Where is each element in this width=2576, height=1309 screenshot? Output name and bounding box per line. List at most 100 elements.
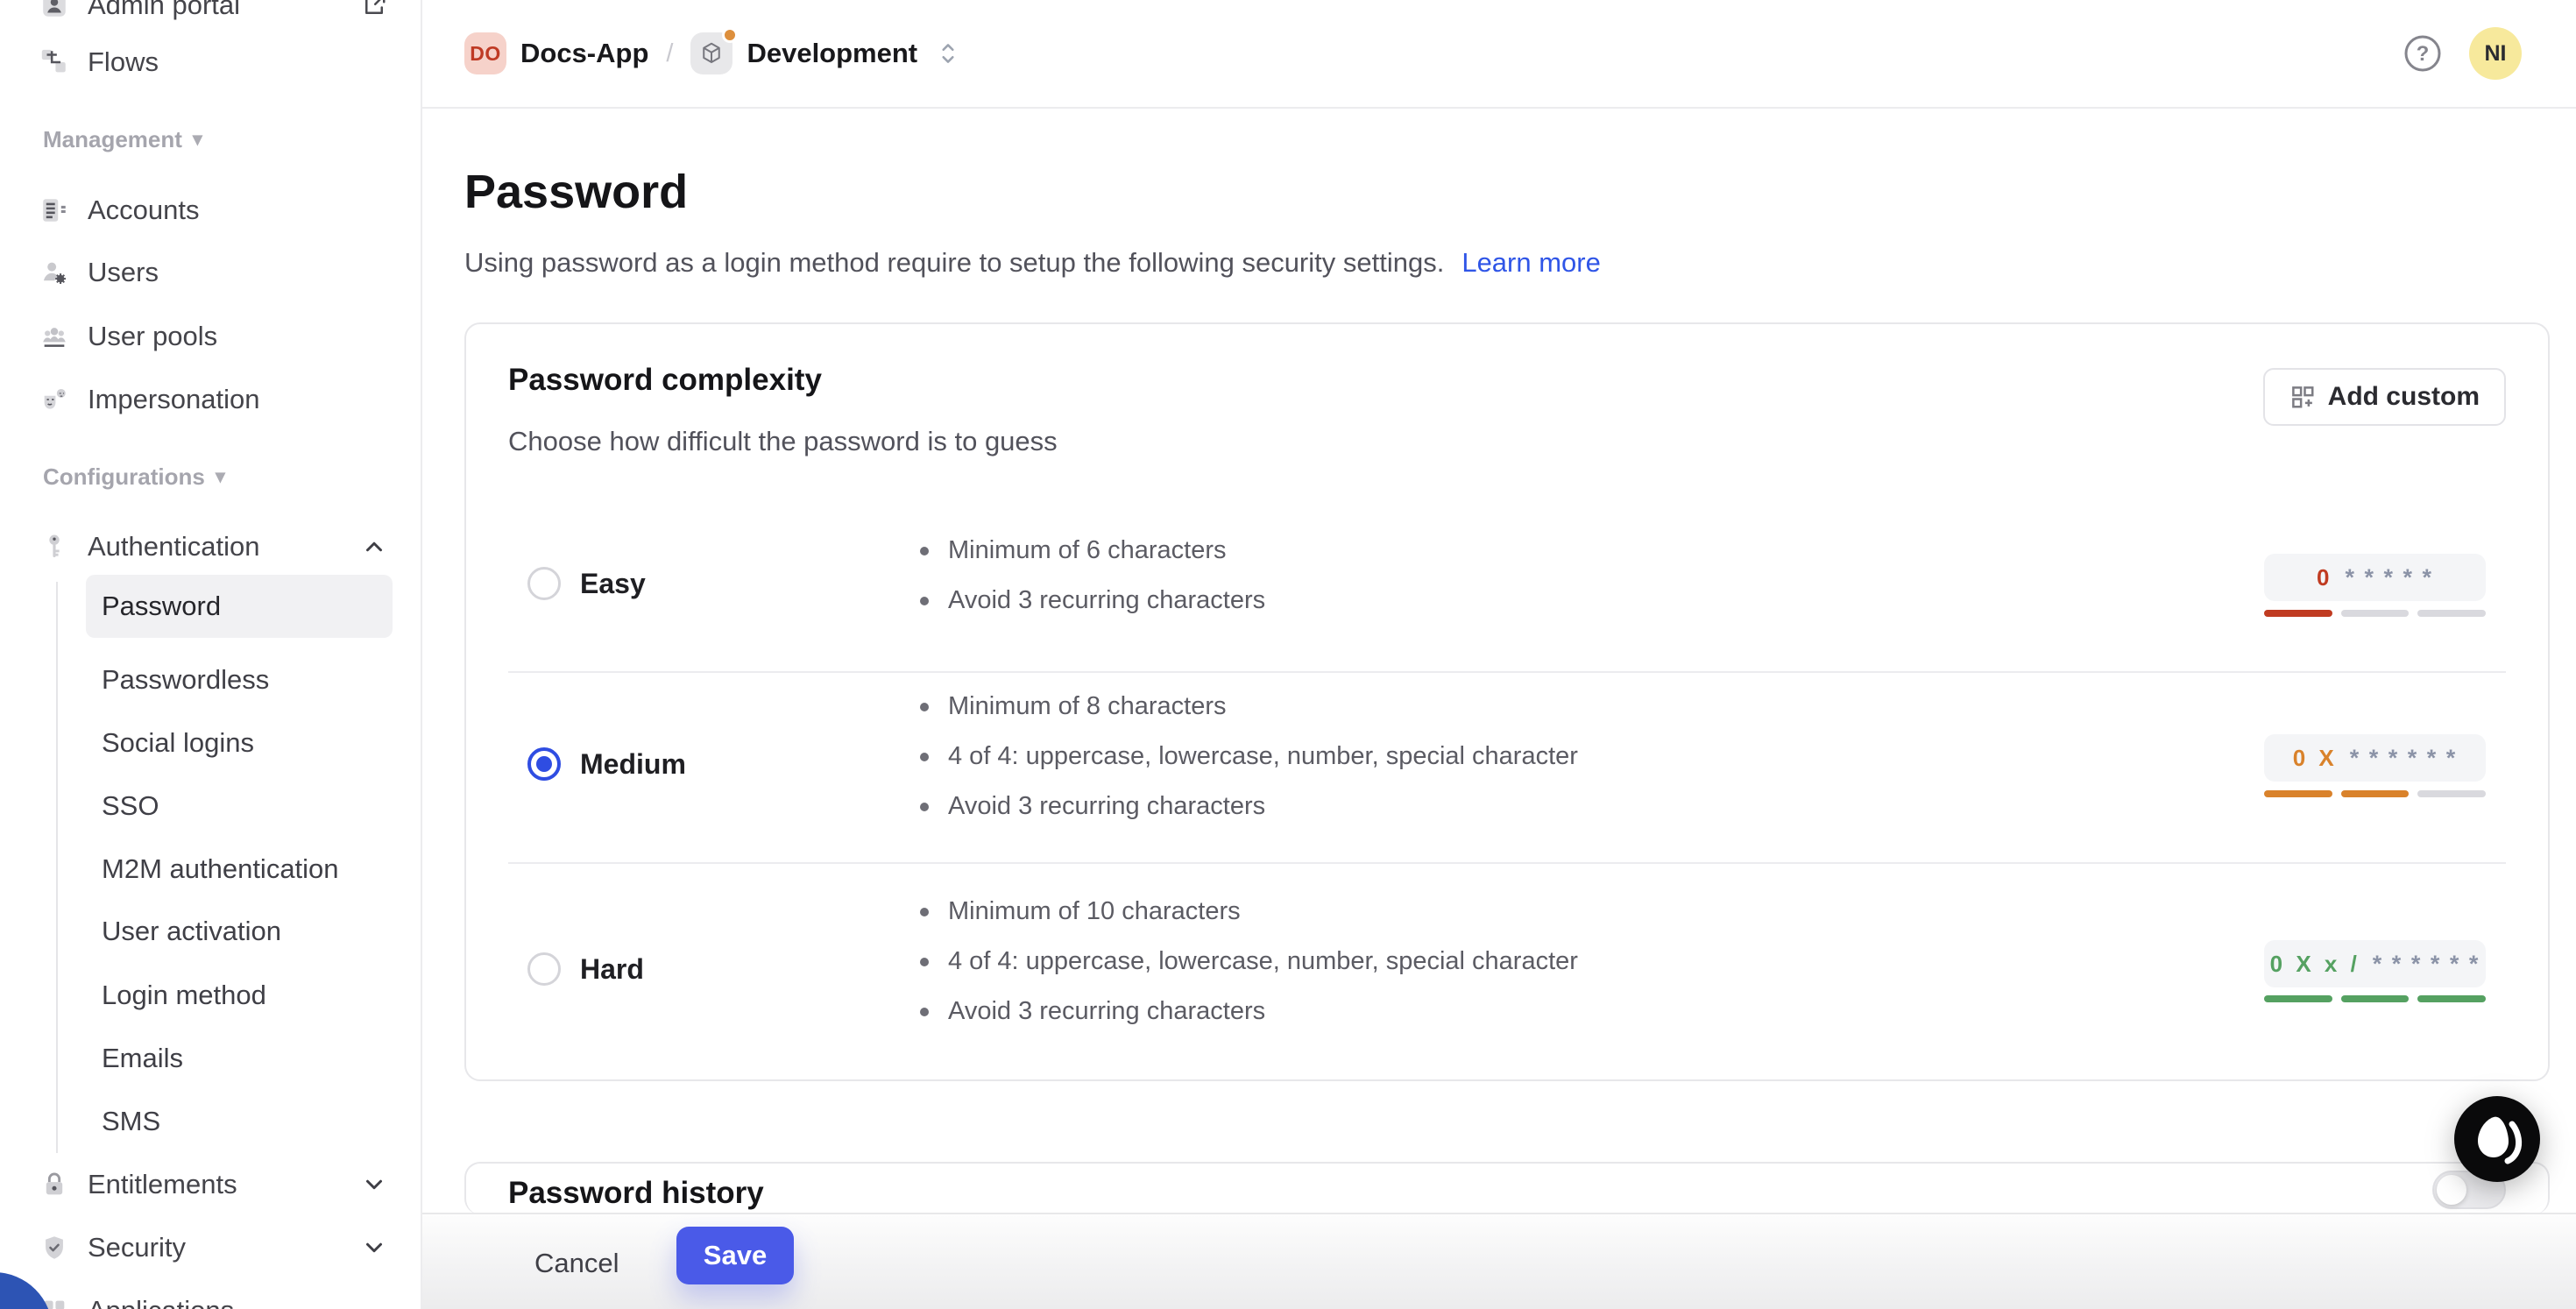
option-label: Easy (580, 567, 646, 599)
strength-meter (2264, 610, 2487, 617)
sidebar-item-security[interactable]: Security (0, 1216, 421, 1279)
requirement-item: Avoid 3 recurring characters (920, 576, 1265, 626)
main-content: Password Using password as a login metho… (422, 109, 2576, 1309)
user-gear-icon (39, 257, 70, 288)
sidebar-item-password[interactable]: Password (86, 575, 393, 638)
sidebar-item-emails[interactable]: Emails (86, 1027, 393, 1090)
sidebar-item-flows[interactable]: Flows (0, 31, 421, 94)
easy-radio-option[interactable]: Easy (527, 566, 646, 601)
requirement-item: Minimum of 10 characters (920, 887, 1578, 937)
bullet-dot (920, 802, 929, 811)
requirement-item: 4 of 4: uppercase, lowercase, number, sp… (920, 937, 1578, 987)
external-link-icon (361, 0, 387, 18)
users-group-icon (39, 321, 70, 352)
configurations-section-label[interactable]: Configurations ▾ (43, 459, 225, 494)
medium-radio-option[interactable]: Medium (527, 746, 686, 782)
footer-action-bar: Cancel Save (422, 1213, 2576, 1309)
password-sample-box: 0 X * * * * * * (2264, 734, 2486, 782)
password-sample-box: 0 X x / * * * * * * (2264, 940, 2486, 987)
chevron-down-icon: ▾ (215, 465, 225, 487)
save-button[interactable]: Save (676, 1227, 794, 1284)
card-title: Password complexity (508, 363, 822, 397)
svg-text:?: ? (2417, 42, 2430, 66)
add-custom-label: Add custom (2327, 382, 2480, 411)
option-label: Medium (580, 747, 686, 780)
cancel-button[interactable]: Cancel (534, 1239, 619, 1288)
sidebar-item-label: Security (88, 1232, 186, 1263)
password-complexity-card: Password complexity Choose how difficult… (464, 322, 2550, 1081)
avatar[interactable]: NI (2469, 27, 2522, 80)
learn-more-link[interactable]: Learn more (1461, 247, 1601, 279)
sidebar-item-accounts[interactable]: Accounts (0, 179, 421, 242)
sidebar-item-label: Users (88, 257, 159, 287)
topbar: DO Docs-App / Development ? NI (422, 0, 2576, 109)
bullet-dot (920, 907, 929, 916)
radio-button[interactable] (527, 952, 561, 986)
sidebar-item-applications[interactable]: Applications (0, 1279, 421, 1309)
sidebar-item-impersonation[interactable]: Impersonation (0, 368, 421, 431)
sidebar: Admin portal Flows Management ▾ Accounts… (0, 0, 422, 1309)
sidebar-item-label: Entitlements (88, 1169, 237, 1199)
sidebar-item-label: Authentication (88, 531, 260, 562)
chevron-down-icon: ▾ (192, 128, 202, 150)
sidebar-item-user-pools[interactable]: User pools (0, 305, 421, 368)
section-label-text: Management (43, 125, 182, 152)
requirement-item: Minimum of 6 characters (920, 526, 1265, 576)
shield-check-icon (39, 1232, 70, 1263)
chevron-down-icon (361, 1171, 387, 1198)
chevron-down-icon (361, 1235, 387, 1261)
card-title: Password history (508, 1176, 764, 1210)
bullet-dot (920, 1007, 929, 1016)
breadcrumb-separator: / (666, 39, 674, 67)
hard-radio-option[interactable]: Hard (527, 952, 644, 987)
complexity-option-hard: Hard Minimum of 10 characters 4 of 4: up… (508, 864, 2506, 1048)
chevron-up-icon (361, 534, 387, 560)
breadcrumb-environment[interactable]: Development (747, 38, 917, 69)
breadcrumb-app-name[interactable]: Docs-App (520, 38, 648, 69)
environment-icon (690, 27, 739, 74)
breadcrumb: DO Docs-App / Development (464, 0, 959, 107)
password-sample-box: 0 * * * * * (2264, 554, 2486, 601)
egg-icon (2454, 1096, 2540, 1182)
option-label: Hard (580, 952, 644, 985)
sidebar-item-label: Impersonation (88, 384, 260, 414)
bullet-dot (920, 546, 929, 555)
frontegg-fab-button[interactable] (2454, 1096, 2540, 1182)
help-icon[interactable]: ? (2403, 33, 2443, 74)
sidebar-item-sms[interactable]: SMS (86, 1090, 393, 1153)
sidebar-item-passwordless[interactable]: Passwordless (86, 648, 393, 711)
sidebar-item-m2m-authentication[interactable]: M2M authentication (86, 838, 393, 901)
complexity-option-medium: Medium Minimum of 8 characters 4 of 4: u… (508, 671, 2506, 864)
radio-button[interactable] (527, 747, 561, 781)
environment-status-dot (722, 27, 739, 43)
environment-switcher-icon[interactable] (937, 39, 959, 68)
sidebar-item-label: Accounts (88, 195, 200, 225)
add-custom-button[interactable]: Add custom (2262, 368, 2506, 426)
sidebar-item-authentication[interactable]: Authentication (0, 515, 421, 578)
lock-icon (39, 1169, 70, 1200)
sidebar-item-entitlements[interactable]: Entitlements (0, 1153, 421, 1216)
sidebar-item-sso[interactable]: SSO (86, 775, 393, 838)
subnav-indent-line (56, 582, 58, 1153)
section-label-text: Configurations (43, 463, 205, 490)
sidebar-item-users[interactable]: Users (0, 241, 421, 304)
flows-icon (39, 46, 70, 78)
sidebar-item-label: User pools (88, 321, 218, 351)
bullet-dot (920, 596, 929, 605)
management-section-label[interactable]: Management ▾ (43, 122, 202, 157)
grid-plus-icon (2291, 386, 2314, 408)
card-subtitle: Choose how difficult the password is to … (508, 426, 1058, 456)
accounts-icon (39, 195, 70, 226)
radio-button[interactable] (527, 567, 561, 600)
sidebar-item-login-method[interactable]: Login method (86, 964, 393, 1027)
bullet-dot (920, 752, 929, 761)
app-badge[interactable]: DO (464, 32, 506, 74)
admin-portal-icon (39, 0, 70, 21)
strength-meter (2264, 790, 2487, 797)
bullet-dot (920, 957, 929, 966)
bullet-dot (920, 702, 929, 711)
sidebar-item-social-logins[interactable]: Social logins (86, 711, 393, 775)
sidebar-item-label: Flows (88, 46, 159, 77)
sidebar-item-user-activation[interactable]: User activation (86, 900, 393, 963)
complexity-option-easy: Easy Minimum of 6 characters Avoid 3 rec… (508, 496, 2506, 671)
